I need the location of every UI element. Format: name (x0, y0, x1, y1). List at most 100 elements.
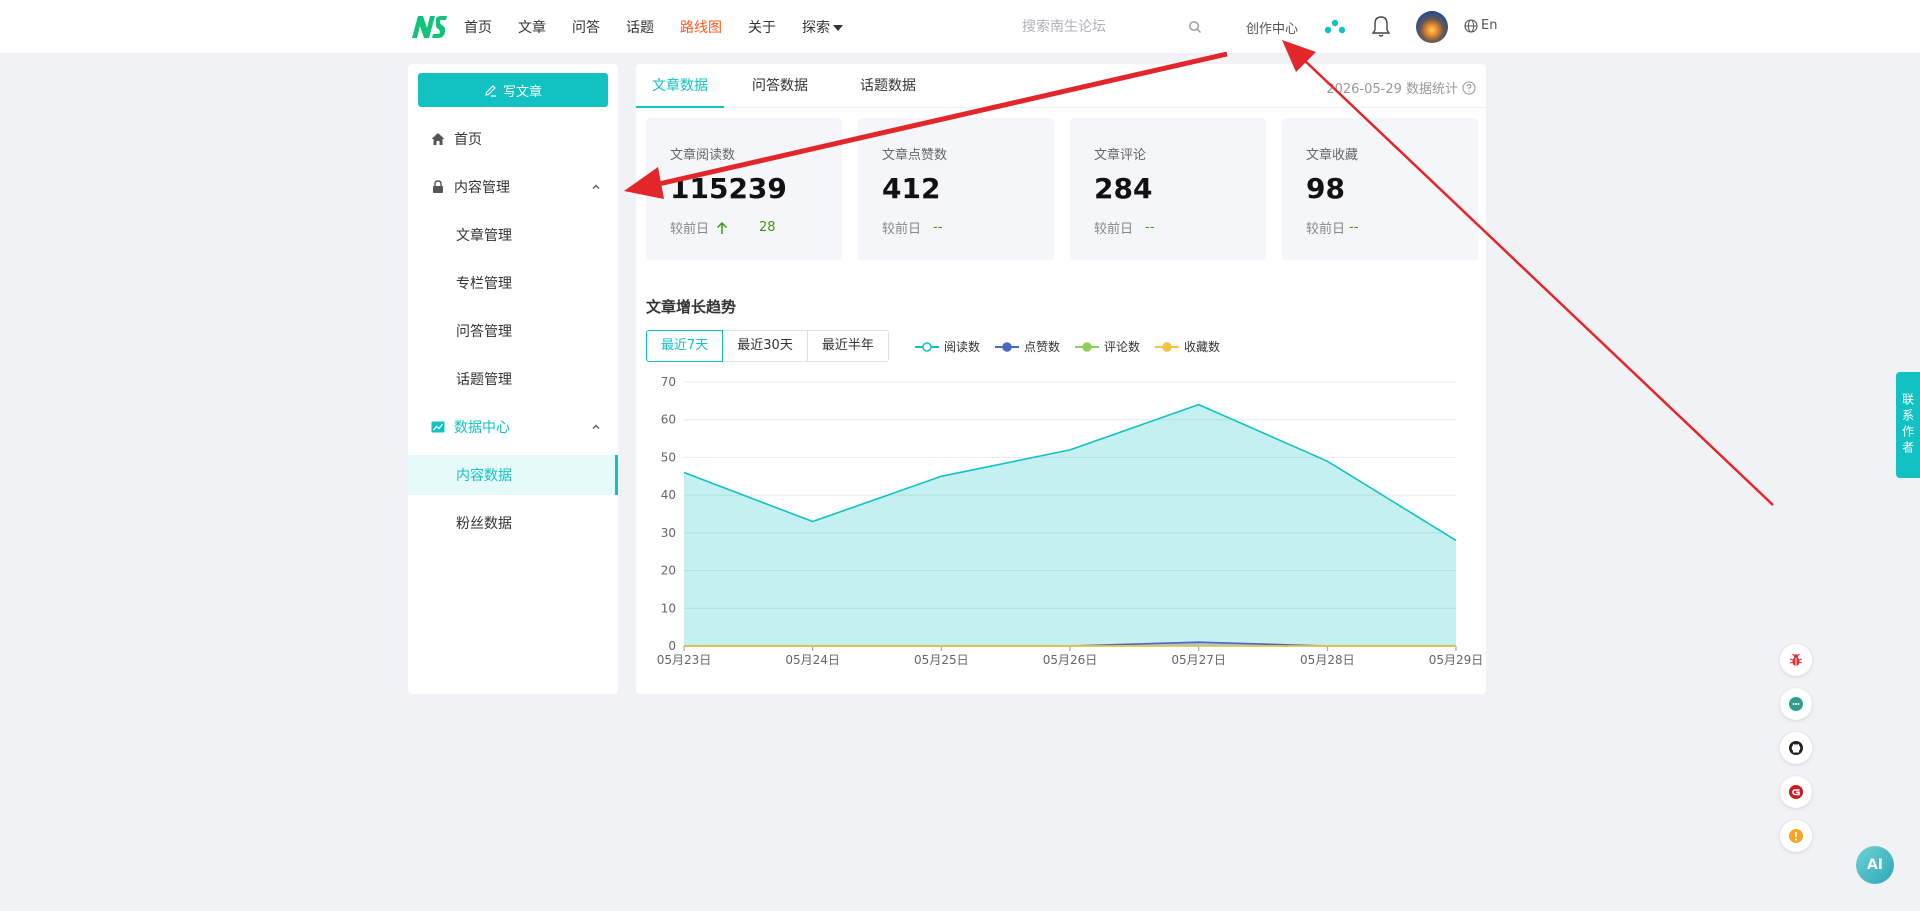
compare-delta: 28 (759, 220, 776, 235)
card-value: 115239 (670, 172, 787, 205)
language-switch[interactable]: En (1464, 18, 1497, 33)
nav-qa[interactable]: 问答 (572, 17, 600, 37)
nav-topics[interactable]: 话题 (626, 17, 654, 37)
y-tick-label: 60 (661, 413, 676, 427)
help-icon[interactable] (1462, 80, 1476, 95)
arrow-up-icon (716, 221, 728, 234)
y-tick-label: 10 (661, 601, 676, 615)
data-tabs: 文章数据 问答数据 话题数据 2026-05-29 数据统计 (636, 64, 1486, 108)
sidebar-item-label: 问答管理 (456, 324, 512, 340)
sidebar-item-content-mgmt[interactable]: 内容管理 (408, 167, 618, 207)
legend-marker-icon (995, 341, 1020, 352)
site-logo[interactable] (410, 14, 448, 40)
sidebar-item-label: 数据中心 (454, 420, 510, 436)
chat-button[interactable] (1780, 688, 1812, 720)
stat-date: 2026-05-29 数据统计 (1326, 78, 1476, 97)
caret-down-icon (833, 25, 843, 31)
y-tick-label: 30 (661, 526, 676, 540)
lock-icon (433, 180, 443, 193)
legend-label: 点赞数 (1024, 340, 1061, 354)
legend-marker-icon (1075, 341, 1100, 352)
sidebar-item-content-data[interactable]: 内容数据 (408, 455, 618, 495)
write-article-button[interactable]: 写文章 (418, 73, 608, 107)
range-6m-button[interactable]: 最近半年 (806, 330, 889, 362)
card-value: 98 (1306, 172, 1345, 205)
trend-chart: 0 10 20 30 40 50 60 70 05月23日 05月24日 05月25日 05月26日 0… (657, 375, 1484, 667)
sidebar-item-label: 内容数据 (456, 468, 512, 484)
tab-qa-data[interactable]: 问答数据 (736, 64, 824, 108)
card-title: 文章阅读数 (670, 148, 736, 163)
sidebar-item-home[interactable]: 首页 (408, 119, 618, 159)
card-compare: 较前日 -- (1094, 218, 1154, 237)
range-7d-button[interactable]: 最近7天 (646, 330, 724, 362)
x-tick-label: 05月27日 (1171, 653, 1226, 667)
x-tick-label: 05月25日 (914, 653, 969, 667)
legend-marker-icon (1155, 341, 1180, 352)
bell-icon[interactable] (1370, 14, 1392, 38)
apps-dots-icon[interactable] (1322, 17, 1350, 37)
warning-icon (1789, 829, 1803, 843)
nav-explore-label: 探索 (802, 20, 830, 36)
sidebar: 写文章 首页 内容管理 文章管理 专栏管理 问答管理 话题管理 数据中心 内容数… (408, 64, 618, 694)
sidebar-item-topic-mgmt[interactable]: 话题管理 (408, 359, 618, 399)
line-chart-icon (431, 421, 445, 433)
github-button[interactable] (1780, 732, 1812, 764)
tab-article-data[interactable]: 文章数据 (636, 64, 724, 108)
gitee-button[interactable] (1780, 776, 1812, 808)
top-navbar: 首页 文章 问答 话题 路线图 关于 探索 创作中心 En (0, 0, 1920, 54)
compare-delta: -- (933, 220, 943, 235)
avatar[interactable] (1416, 11, 1448, 43)
github-icon (1789, 741, 1803, 755)
globe-icon (1464, 18, 1478, 33)
nav-articles[interactable]: 文章 (518, 17, 546, 37)
compare-delta: -- (1349, 220, 1359, 235)
legend-item[interactable]: 阅读数 (914, 338, 980, 355)
card-compare: 较前日 -- (1306, 218, 1358, 237)
stat-date-label: 2026-05-29 数据统计 (1326, 82, 1458, 97)
legend-item[interactable]: 收藏数 (1154, 338, 1220, 355)
nav-about[interactable]: 关于 (748, 17, 776, 37)
nav-home[interactable]: 首页 (464, 17, 492, 37)
x-tick-label: 05月24日 (785, 653, 840, 667)
legend-label: 阅读数 (944, 340, 981, 354)
stat-card-comments: 文章评论 284 较前日 -- (1070, 118, 1266, 260)
chevron-up-icon (592, 184, 600, 189)
compare-label: 较前日 (1306, 222, 1346, 237)
stat-card-likes: 文章点赞数 412 较前日 -- (858, 118, 1054, 260)
x-tick-label: 05月29日 (1429, 653, 1484, 667)
sidebar-item-fans-data[interactable]: 粉丝数据 (408, 503, 618, 543)
compare-label: 较前日 (670, 222, 710, 237)
contact-author-button[interactable]: 联系作者 (1896, 372, 1920, 478)
card-value: 284 (1094, 172, 1153, 205)
tab-topic-data[interactable]: 话题数据 (844, 64, 932, 108)
write-article-label: 写文章 (502, 84, 542, 100)
nav-explore[interactable]: 探索 (802, 17, 843, 37)
chevron-up-icon (592, 424, 600, 429)
chart-legend: 阅读数 点赞数 评论数 收藏数 (914, 338, 1220, 355)
sidebar-item-data-center[interactable]: 数据中心 (408, 407, 618, 447)
legend-item[interactable]: 评论数 (1074, 338, 1140, 355)
sidebar-item-column-mgmt[interactable]: 专栏管理 (408, 263, 618, 303)
sidebar-item-label: 粉丝数据 (456, 516, 512, 532)
search-input[interactable] (1008, 19, 1178, 35)
search-icon[interactable] (1188, 20, 1202, 34)
card-title: 文章收藏 (1306, 148, 1359, 163)
legend-label: 收藏数 (1184, 340, 1221, 354)
y-tick-label: 50 (661, 450, 676, 464)
sidebar-item-label: 内容管理 (454, 180, 510, 196)
stat-card-favorites: 文章收藏 98 较前日 -- (1282, 118, 1478, 260)
range-30d-button[interactable]: 最近30天 (722, 330, 808, 362)
ai-assistant-button[interactable]: AI (1856, 846, 1894, 884)
notice-button[interactable] (1780, 820, 1812, 852)
sidebar-item-label: 话题管理 (456, 372, 512, 388)
sidebar-item-article-mgmt[interactable]: 文章管理 (408, 215, 618, 255)
range-selector: 最近7天 最近30天 最近半年 (646, 330, 889, 362)
legend-marker-icon (915, 341, 939, 352)
y-tick-label: 0 (668, 639, 676, 653)
nav-roadmap[interactable]: 路线图 (680, 17, 722, 37)
sidebar-item-qa-mgmt[interactable]: 问答管理 (408, 311, 618, 351)
creator-center-link[interactable]: 创作中心 (1246, 18, 1298, 37)
stat-card-reads: 文章阅读数 115239 较前日 28 (646, 118, 842, 260)
bug-report-button[interactable] (1780, 644, 1812, 676)
legend-item[interactable]: 点赞数 (994, 338, 1060, 355)
